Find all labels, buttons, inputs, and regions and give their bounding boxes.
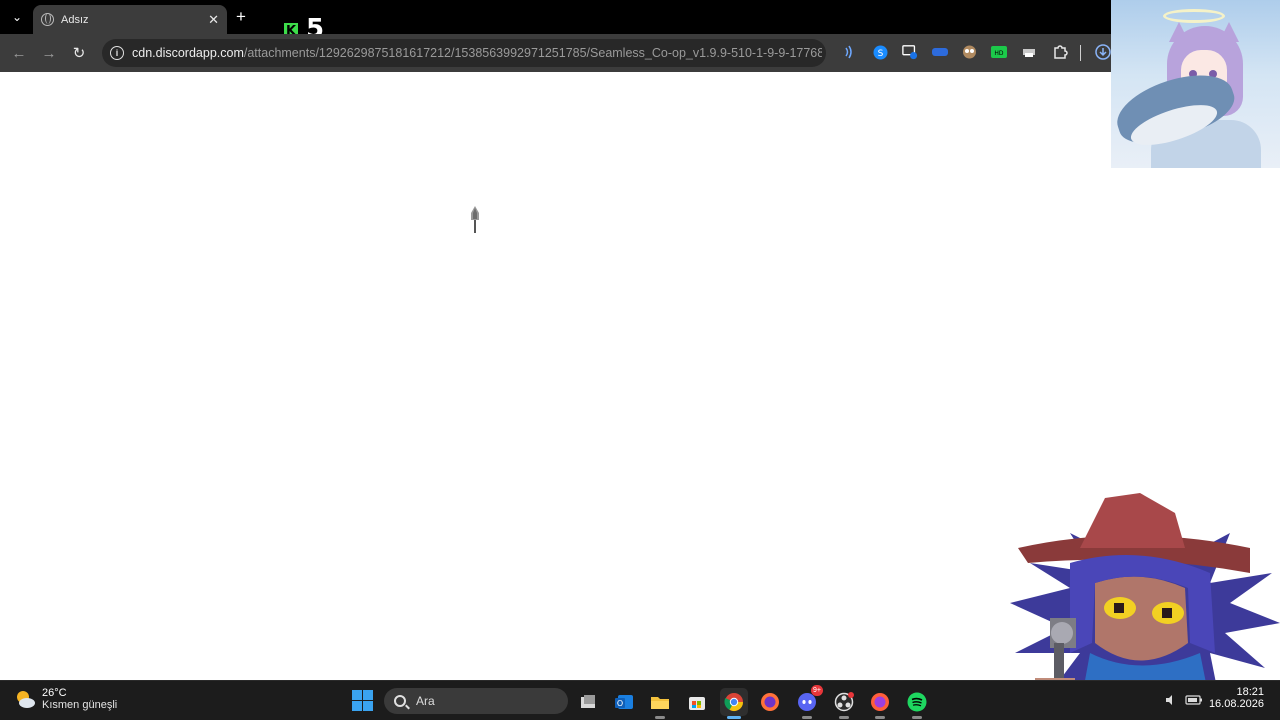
clock-time: 18:21 <box>1236 686 1264 698</box>
tab-close-button[interactable]: ✕ <box>208 12 219 28</box>
browser-tab[interactable]: Adsız ✕ <box>33 5 227 34</box>
outlook-icon[interactable]: O <box>610 688 638 716</box>
start-button[interactable] <box>352 690 373 711</box>
picture-in-picture-icon[interactable] <box>902 44 918 60</box>
windows-taskbar: 26°C Kısmen güneşli Ara O 9+ 18:21 16.08… <box>0 680 1280 720</box>
globe-icon <box>41 13 54 26</box>
obs-icon[interactable] <box>830 688 858 719</box>
windows-logo-tile <box>352 701 362 711</box>
download-icon[interactable] <box>1095 44 1111 60</box>
search-label: Ara <box>416 694 435 708</box>
tab-search-button[interactable]: ⌄ <box>6 6 28 28</box>
running-indicator <box>875 716 885 719</box>
puzzle-icon[interactable] <box>1052 44 1068 60</box>
active-indicator <box>727 716 741 719</box>
running-indicator <box>839 716 849 719</box>
partly-sunny-icon <box>14 688 36 710</box>
browser-toolbar: ← → ↻ i cdn.discordapp.com/attachments/1… <box>0 34 1280 72</box>
mask-icon[interactable] <box>932 44 948 60</box>
running-indicator <box>655 716 665 719</box>
reload-button[interactable]: ↻ <box>68 42 90 64</box>
owl-icon[interactable] <box>961 44 977 60</box>
task-view-icon[interactable] <box>574 688 602 716</box>
toolbar-divider <box>1080 45 1081 61</box>
clock-date: 16.08.2026 <box>1208 698 1264 710</box>
volume-icon[interactable] <box>1165 693 1177 711</box>
url-host: cdn.discordapp.com <box>132 46 244 60</box>
wifi-icon[interactable] <box>841 44 857 60</box>
windows-logo-tile <box>352 690 362 700</box>
system-tray <box>1165 693 1203 711</box>
spotify-icon[interactable] <box>903 688 931 719</box>
search-icon <box>394 695 406 707</box>
hdr-icon[interactable]: HD <box>991 44 1007 60</box>
tab-title: Adsız <box>61 13 89 26</box>
battery-icon[interactable] <box>1185 693 1203 711</box>
system-clock[interactable]: 18:21 16.08.2026 <box>1209 686 1264 710</box>
running-indicator <box>802 716 812 719</box>
weather-temperature: 26°C <box>42 687 67 699</box>
taskbar-search-box[interactable]: Ara <box>384 688 568 714</box>
new-tab-button[interactable]: + <box>236 8 246 25</box>
discord-icon[interactable]: 9+ <box>793 685 823 719</box>
back-button[interactable]: ← <box>8 42 30 64</box>
svg-text:S: S <box>877 49 883 59</box>
store-icon[interactable] <box>683 688 711 716</box>
weather-description: Kısmen güneşli <box>42 699 118 711</box>
tab-strip: ⌄ Adsız ✕ + K 5 <box>0 0 1280 42</box>
windows-logo-tile <box>363 690 373 700</box>
svg-text:HD: HD <box>994 50 1004 57</box>
url-text[interactable]: cdn.discordapp.com/attachments/129262987… <box>132 46 822 60</box>
weather-widget[interactable]: 26°C Kısmen güneşli <box>14 687 117 711</box>
discord-notification-badge: 9+ <box>811 685 823 696</box>
forward-button[interactable]: → <box>38 42 60 64</box>
firefox-dev-icon[interactable] <box>866 688 894 719</box>
file-explorer-icon[interactable] <box>646 688 674 719</box>
svg-text:O: O <box>617 699 623 708</box>
chrome-icon[interactable] <box>720 688 748 719</box>
shazam-icon[interactable]: S <box>872 44 888 60</box>
halo-shape <box>1163 9 1225 23</box>
busy-cursor-icon <box>471 206 479 233</box>
address-bar[interactable]: i cdn.discordapp.com/attachments/1292629… <box>102 39 826 67</box>
windows-logo-tile <box>363 701 373 711</box>
webcam-avatar-overlay <box>1111 0 1280 168</box>
url-path: /attachments/1292629875181617212/1538563… <box>243 46 822 60</box>
print-icon[interactable] <box>1021 44 1037 60</box>
running-indicator <box>912 716 922 719</box>
site-info-icon[interactable]: i <box>110 46 124 60</box>
firefox-icon[interactable] <box>756 688 784 716</box>
